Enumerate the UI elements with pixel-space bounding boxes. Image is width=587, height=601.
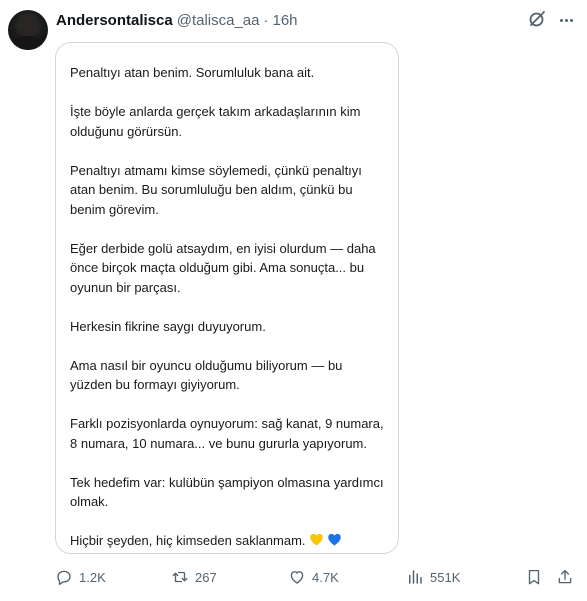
separator-dot: ·: [263, 11, 269, 29]
view-count: 551K: [430, 569, 461, 585]
retweet-arrows-icon: [172, 571, 188, 583]
blue-heart-icon: [327, 533, 341, 546]
card-paragraph: Farklı pozisyonlarda oynuyorum: sağ kana…: [70, 414, 386, 453]
card-paragraph: Eğer derbide golü atsaydım, en iyisi olu…: [70, 239, 386, 298]
card-paragraph: Penaltıyı atmamı kimse söylemedi, çünkü …: [70, 161, 386, 220]
share-button[interactable]: [556, 566, 574, 588]
grok-slash-icon[interactable]: [527, 9, 547, 29]
more-dots-icon[interactable]: [556, 10, 576, 30]
profile-avatar[interactable]: [8, 10, 48, 50]
reply-count: 1.2K: [79, 569, 106, 585]
share-upload-icon: [558, 569, 572, 584]
tweet-actions: 1.2K 267 4.7K 551K: [55, 566, 575, 588]
retweet-button[interactable]: 267: [171, 566, 217, 588]
heart-outline-icon: [290, 571, 304, 584]
card-paragraph-text: Ama nasıl bir oyuncu olduğumu biliyorum …: [70, 357, 343, 393]
card-paragraph: Herkesin fikrine saygı duyuyorum.: [70, 317, 386, 337]
card-paragraph-text: Tek hedefim var: kulübün şampiyon olması…: [70, 474, 384, 510]
card-paragraph: Penaltıyı atan benim. Sorumluluk bana ai…: [70, 63, 386, 83]
yellow-heart-icon: [309, 533, 323, 546]
reply-button[interactable]: 1.2K: [55, 566, 106, 588]
card-paragraph-text: İşte böyle anlarda gerçek takım arkadaşl…: [70, 104, 361, 139]
card-paragraph: Ama nasıl bir oyuncu olduğumu biliyorum …: [70, 356, 386, 395]
like-button[interactable]: 4.7K: [288, 566, 339, 588]
card-paragraph-text: Herkesin fikrine saygı duyuyorum.: [70, 318, 266, 334]
views-bars-icon: [409, 570, 422, 584]
tweet-time[interactable]: 16h: [273, 12, 298, 29]
card-paragraph: İşte böyle anlarda gerçek takım arkadaşl…: [70, 102, 386, 141]
display-name[interactable]: Andersontalisca: [56, 12, 173, 29]
bookmark-icon: [528, 569, 540, 585]
retweet-count: 267: [195, 569, 217, 585]
card-paragraph: Tek hedefim var: kulübün şampiyon olması…: [70, 473, 386, 512]
user-handle[interactable]: @talisca_aa: [177, 12, 260, 29]
card-paragraph: Hiçbir şeyden, hiç kimseden saklanmam.: [70, 531, 386, 551]
card-paragraph-text: Penaltıyı atan benim. Sorumluluk bana ai…: [70, 65, 315, 80]
card-paragraph-text: Penaltıyı atmamı kimse söylemedi, çünkü …: [70, 162, 362, 217]
card-paragraph-text: Farklı pozisyonlarda oynuyorum: sağ kana…: [70, 416, 384, 451]
avatar-head: [20, 17, 37, 37]
bookmark-button[interactable]: [525, 566, 543, 588]
reply-bubble-icon: [57, 570, 71, 585]
card-paragraph-text: Hiçbir şeyden, hiç kimseden saklanmam.: [70, 533, 306, 548]
avatar-shoulders: [12, 36, 44, 50]
like-count: 4.7K: [312, 569, 339, 585]
tweet-header: Andersontalisca @talisca_aa · 16h: [56, 10, 298, 30]
views-button[interactable]: 551K: [406, 566, 460, 588]
card-paragraph-text: Eğer derbide golü atsaydım, en iyisi olu…: [70, 240, 376, 295]
text-image-card: Penaltıyı atan benim. Sorumluluk bana ai…: [55, 42, 399, 554]
